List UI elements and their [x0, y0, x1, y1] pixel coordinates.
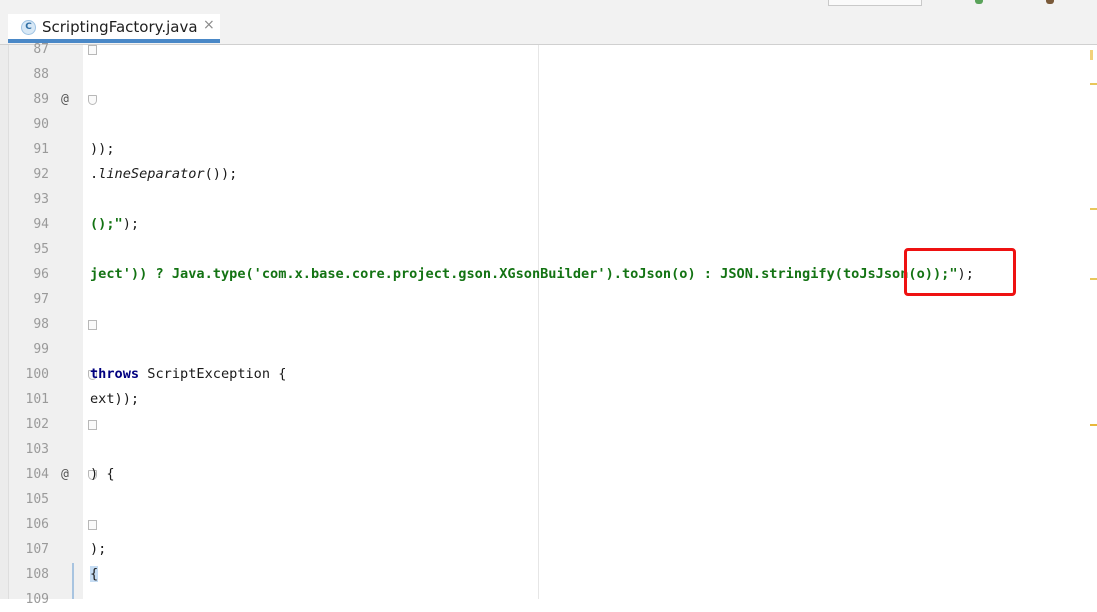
- line-number: 102: [25, 417, 49, 432]
- warning-marker[interactable]: [1090, 208, 1097, 210]
- code-line-87: [83, 45, 974, 62]
- override-icon[interactable]: @: [61, 462, 69, 487]
- editor-tab-bar: C ScriptingFactory.java ×: [0, 6, 1097, 45]
- warning-marker[interactable]: [1090, 278, 1097, 280]
- warning-marker[interactable]: [1090, 424, 1097, 426]
- code-line-107: );: [83, 537, 974, 562]
- line-number: 105: [25, 492, 49, 507]
- code-line-101: ext));: [83, 387, 974, 412]
- code-text: ());: [204, 166, 238, 182]
- code-line-94: ();");: [83, 212, 974, 237]
- line-number: 91: [33, 142, 49, 157]
- code-line-108: {: [83, 562, 974, 587]
- line-number: 109: [25, 592, 49, 607]
- code-line-98: [83, 312, 974, 337]
- line-number: 107: [25, 542, 49, 557]
- tool-window-strip[interactable]: [0, 45, 9, 599]
- code-text: ) {: [90, 466, 115, 482]
- tab-title: ScriptingFactory.java: [42, 18, 198, 36]
- debug-icon[interactable]: [1046, 0, 1054, 4]
- annotation-highlight-box: [904, 248, 1016, 296]
- code-editor[interactable]: )); .lineSeparator()); ();"); ject')) ? …: [83, 45, 1097, 599]
- code-line-106: [83, 512, 974, 537]
- code-line-90: [83, 112, 974, 137]
- string-literal: ();": [90, 216, 123, 232]
- warning-marker[interactable]: [1090, 83, 1097, 85]
- string-literal: ject')) ? Java.type('com.x.base.core.pro…: [90, 266, 835, 282]
- code-line-93: [83, 187, 974, 212]
- line-number: 92: [33, 167, 49, 182]
- line-number: 101: [25, 392, 49, 407]
- error-stripe[interactable]: [1090, 45, 1097, 599]
- line-number: 108: [25, 567, 49, 582]
- close-icon[interactable]: ×: [203, 17, 215, 33]
- code-line-97: [83, 287, 974, 312]
- code-text: );: [122, 216, 140, 232]
- line-number: 100: [25, 367, 49, 382]
- line-number: 106: [25, 517, 49, 532]
- line-number: 96: [33, 267, 49, 282]
- code-line-96: ject')) ? Java.type('com.x.base.core.pro…: [83, 262, 974, 287]
- code-line-88: [83, 62, 974, 87]
- code-line-92: .lineSeparator());: [83, 162, 974, 187]
- method-call: lineSeparator: [98, 166, 205, 182]
- code-lines: )); .lineSeparator()); ();"); ject')) ? …: [83, 45, 974, 599]
- code-line-103: [83, 437, 974, 462]
- code-text: .: [90, 166, 99, 182]
- line-number: 94: [33, 217, 49, 232]
- matched-brace: {: [90, 566, 99, 582]
- line-number: 93: [33, 192, 49, 207]
- code-text: ext));: [90, 391, 140, 407]
- class-c-icon: C: [21, 20, 36, 35]
- line-number: 97: [33, 292, 49, 307]
- line-number: 104: [25, 467, 49, 482]
- code-line-109: [83, 587, 974, 599]
- keyword: throws: [90, 366, 140, 382]
- code-line-100: throws ScriptException {: [83, 362, 974, 387]
- line-number: 98: [33, 317, 49, 332]
- code-line-99: [83, 337, 974, 362]
- code-line-95: [83, 237, 974, 262]
- caret-line-marker: [72, 563, 74, 599]
- override-icon[interactable]: @: [61, 87, 69, 112]
- line-number: 89: [33, 92, 49, 107]
- line-number: 103: [25, 442, 49, 457]
- code-text: );: [90, 541, 107, 557]
- line-number: 99: [33, 342, 49, 357]
- line-number: 95: [33, 242, 49, 257]
- code-line-91: ));: [83, 137, 974, 162]
- editor-gutter[interactable]: 87 88 89 90 91 92 93 94 95 96 97 98 99 100 101 102 103 10…: [9, 42, 97, 607]
- code-text: ScriptException {: [139, 366, 287, 382]
- code-line-89: [83, 87, 974, 112]
- code-line-105: [83, 487, 974, 512]
- code-line-104: ) {: [83, 462, 974, 487]
- code-text: ));: [90, 141, 115, 157]
- line-number: 90: [33, 117, 49, 132]
- run-icon[interactable]: [975, 0, 983, 4]
- line-numbers: 87 88 89 90 91 92 93 94 95 96 97 98 99 100 101 102 103 10…: [9, 37, 49, 612]
- code-line-102: [83, 412, 974, 437]
- line-number: 87: [33, 42, 49, 57]
- line-number: 88: [33, 67, 49, 82]
- warning-marker[interactable]: [1090, 50, 1093, 60]
